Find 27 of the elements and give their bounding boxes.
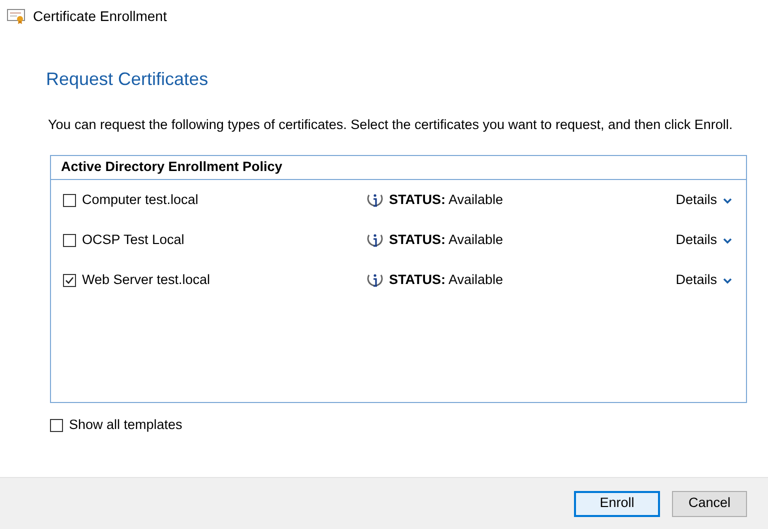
info-icon	[365, 232, 385, 250]
status-text: STATUS: Available	[389, 271, 504, 290]
details-toggle[interactable]: Details	[676, 230, 732, 251]
details-toggle[interactable]: Details	[676, 190, 732, 211]
info-icon	[365, 192, 385, 210]
chevron-down-icon	[723, 278, 732, 284]
page-heading: Request Certificates	[46, 68, 210, 91]
certificate-icon	[7, 8, 25, 24]
status-text: STATUS: Available	[389, 231, 504, 250]
show-all-templates-label[interactable]: Show all templates	[69, 415, 182, 436]
status-text: STATUS: Available	[389, 191, 504, 210]
checkbox[interactable]	[50, 418, 63, 432]
checkbox[interactable]	[63, 234, 76, 247]
checkbox[interactable]	[63, 194, 76, 207]
info-icon	[365, 272, 385, 290]
enroll-button[interactable]: Enroll	[574, 490, 660, 516]
cancel-button[interactable]: Cancel	[672, 490, 747, 516]
certificate-name[interactable]: OCSP Test Local	[82, 230, 184, 251]
certificate-name[interactable]: Computer test.local	[82, 190, 198, 211]
window-title: Certificate Enrollment	[33, 6, 167, 26]
details-toggle[interactable]: Details	[676, 270, 732, 291]
description-text: You can request the following types of certificates. Select the certificates you want to request, and then click Enroll.	[47, 116, 734, 134]
chevron-down-icon	[723, 198, 732, 204]
checkbox[interactable]	[63, 274, 76, 287]
certificate-name[interactable]: Web Server test.local	[82, 270, 210, 291]
policy-title: Active Directory Enrollment Policy	[61, 158, 282, 176]
chevron-down-icon	[723, 238, 732, 244]
